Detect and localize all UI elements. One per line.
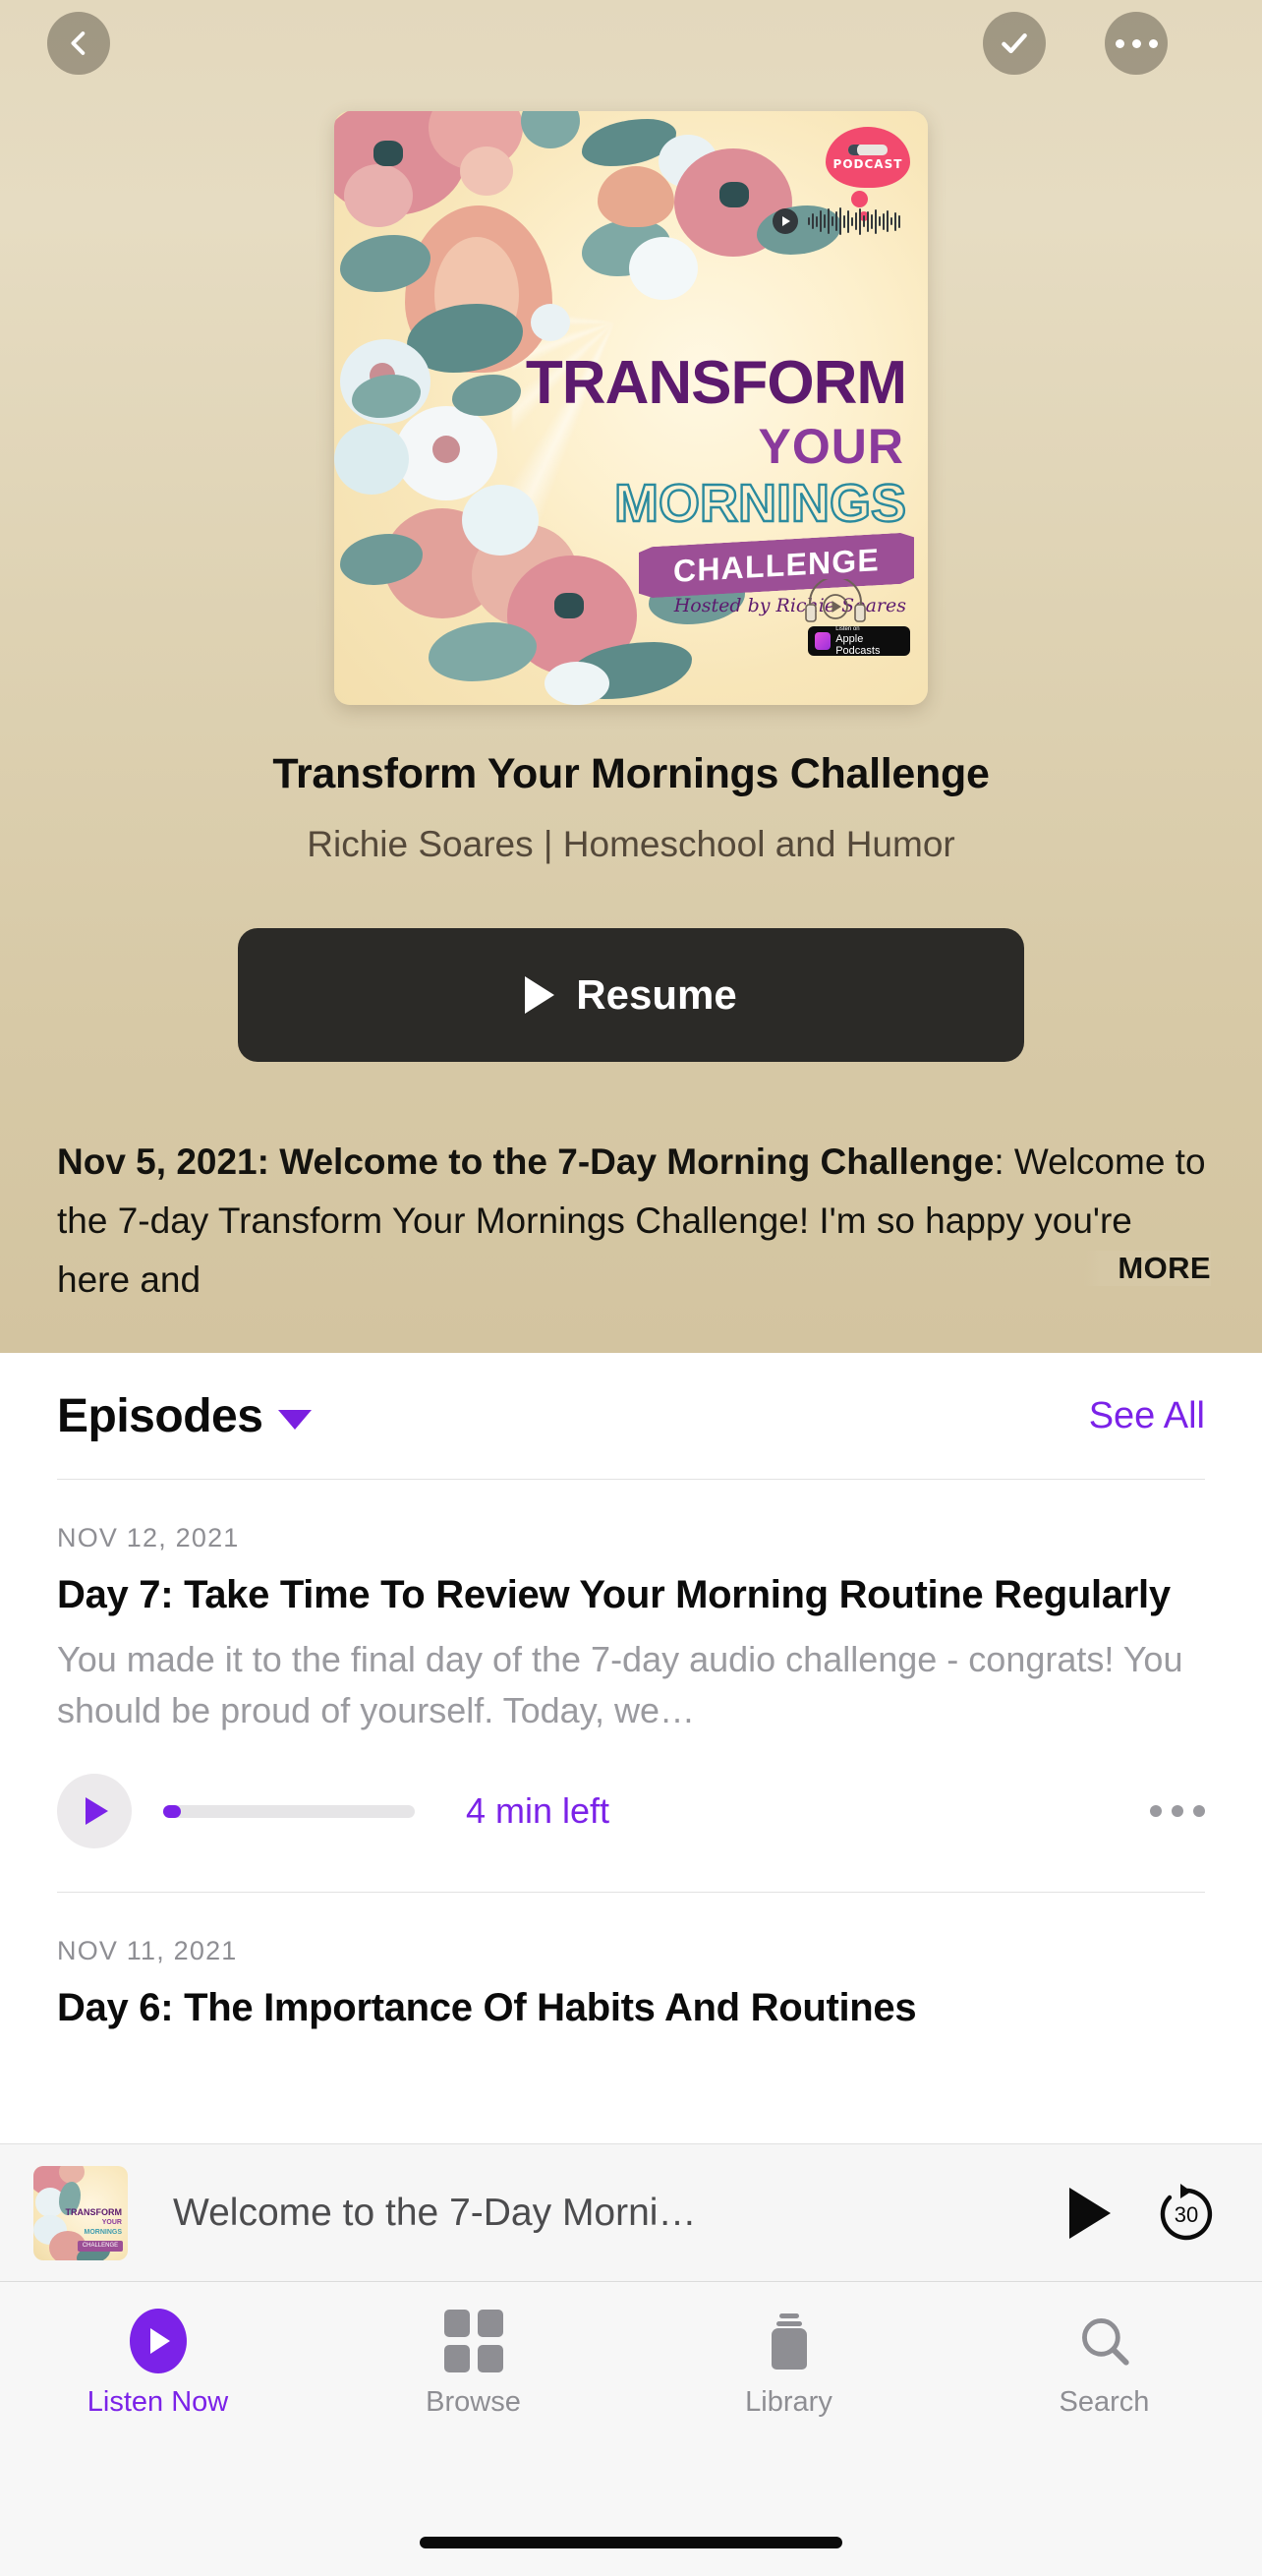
mini-artwork-line-3: MORNINGS [84,2228,123,2236]
subscribed-check-button[interactable] [983,12,1046,75]
episode-time-left: 4 min left [466,1790,610,1831]
episodes-list: Episodes See All NOV 12, 2021 Day 7: Tak… [0,1353,1262,2033]
hero-section: TRANSFORM YOUR MORNINGS CHALLENGE Hosted… [0,0,1262,1353]
artwork-hosted-by: Hosted by Richie Soares [673,595,906,616]
tab-library[interactable]: Library [631,2282,946,2419]
home-indicator [420,2537,842,2548]
mini-artwork-ribbon: CHALLENGE [78,2240,123,2252]
library-icon [758,2310,821,2372]
microphone-icon [848,144,888,155]
mini-player-title: Welcome to the 7-Day Morni… [173,2191,697,2234]
see-all-link[interactable]: See All [1089,1395,1205,1437]
show-artwork[interactable]: TRANSFORM YOUR MORNINGS CHALLENGE Hosted… [334,111,928,705]
search-magnifier-icon [1073,2310,1136,2372]
episode-row[interactable]: NOV 11, 2021 Day 6: The Importance Of Ha… [0,1893,1262,2033]
podcast-show-screen: TRANSFORM YOUR MORNINGS CHALLENGE Hosted… [0,0,1262,2576]
episode-play-button[interactable] [57,1774,132,1848]
tab-search-label: Search [1059,2386,1150,2418]
tab-bar: Listen Now Browse Library Search [0,2281,1262,2576]
episode-title: Day 6: The Importance Of Habits And Rout… [57,1986,917,2029]
artwork-line-2: YOUR [758,419,904,474]
headphones-icon [805,579,866,622]
episode-title: Day 7: Take Time To Review Your Morning … [57,1573,1171,1616]
podcast-bubble-badge: PODCAST [826,127,910,221]
tab-search[interactable]: Search [946,2282,1262,2419]
tab-browse[interactable]: Browse [316,2282,631,2419]
waveform-bars [808,207,900,235]
apple-badge-small-label: Listen on [835,625,860,632]
skip-forward-30-icon: 30 [1160,2183,1213,2240]
description-bold: Nov 5, 2021: Welcome to the 7-Day Mornin… [57,1142,995,1182]
episode-description: You made it to the final day of the 7-da… [57,1639,1183,1730]
mini-player-play-button[interactable] [1069,2187,1111,2239]
tab-listen-now-label: Listen Now [86,2386,229,2418]
episode-more-button[interactable] [1150,1805,1205,1817]
show-title: Transform Your Mornings Challenge [272,750,990,797]
episode-date: NOV 12, 2021 [57,1523,240,1552]
browse-grid-icon [442,2310,505,2372]
episode-row[interactable]: NOV 12, 2021 Day 7: Take Time To Review … [0,1480,1262,1852]
mini-player-artwork: TRANSFORM YOUR MORNINGS CHALLENGE [33,2165,128,2260]
apple-badge-main-label: Apple Podcasts [835,632,881,657]
chevron-left-icon [71,31,86,55]
artwork-line-3: MORNINGS [613,474,907,533]
episode-date: NOV 11, 2021 [57,1936,238,1965]
back-button[interactable] [47,12,110,75]
episode-progress-fill [163,1804,181,1818]
play-icon [525,976,555,1014]
artwork-line-1: TRANSFORM [525,349,907,417]
resume-button-label: Resume [576,971,737,1018]
show-more-options-button[interactable] [1105,12,1168,75]
play-icon [773,208,798,234]
mini-artwork-line-1: TRANSFORM [65,2206,123,2217]
tab-browse-label: Browse [426,2386,521,2418]
tab-library-label: Library [745,2386,832,2418]
episode-progress-bar[interactable] [163,1804,415,1818]
episodes-sort-control[interactable]: Episodes [57,1389,313,1443]
play-icon [86,1797,108,1825]
mini-player[interactable]: TRANSFORM YOUR MORNINGS CHALLENGE Welcom… [0,2143,1262,2281]
episode-controls: 4 min left [57,1770,1205,1852]
show-artist: Richie Soares | Homeschool and Humor [307,824,955,864]
podcast-bubble-label: PODCAST [832,156,903,171]
mini-artwork-line-2: YOUR [101,2218,122,2226]
episodes-heading: Episodes [57,1389,263,1442]
tab-listen-now[interactable]: Listen Now [0,2282,316,2419]
resume-button[interactable]: Resume [238,928,1024,1062]
checkmark-icon [1002,33,1027,54]
listen-now-icon [127,2309,190,2373]
apple-podcasts-badge: Listen on Apple Podcasts [808,625,910,657]
skip-seconds-label: 30 [1175,2202,1198,2227]
apple-podcasts-icon [815,632,832,650]
show-description[interactable]: Nov 5, 2021: Welcome to the 7-Day Mornin… [57,1133,1207,1310]
chevron-down-icon [278,1410,313,1430]
ellipsis-icon [1115,38,1158,48]
description-more-button[interactable]: MORE [1084,1251,1211,1286]
episodes-header: Episodes See All [0,1353,1262,1479]
skip-forward-30-button[interactable]: 30 [1154,2181,1219,2246]
artwork-waveform [773,207,900,235]
